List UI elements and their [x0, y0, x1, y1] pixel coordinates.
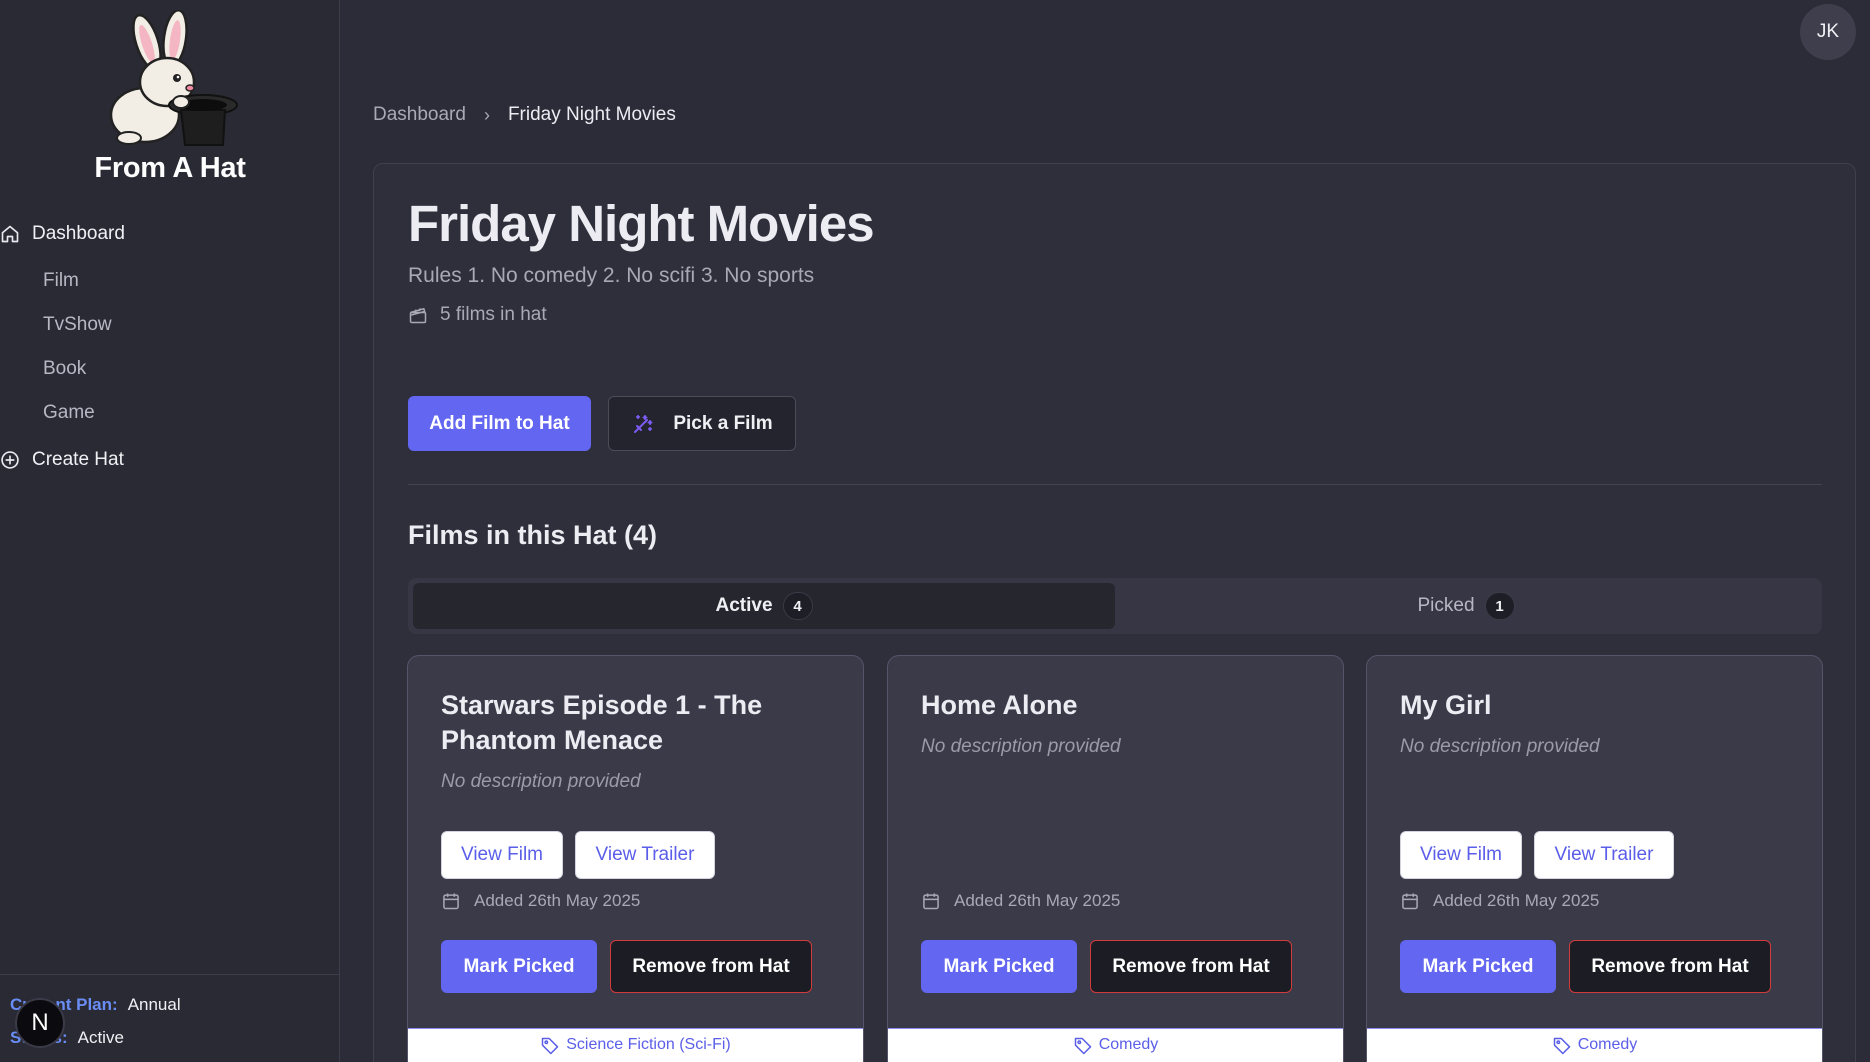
film-description: No description provided	[441, 771, 641, 792]
genre-tag[interactable]: Comedy	[1367, 1028, 1822, 1062]
breadcrumb-dashboard-link[interactable]: Dashboard	[373, 104, 466, 126]
chevron-right-icon: ›	[483, 104, 490, 125]
film-title: Home Alone	[921, 690, 1078, 720]
films-section-title: Films in this Hat (4)	[408, 520, 658, 550]
calendar-icon	[1402, 893, 1418, 910]
remove-from-hat-button[interactable]: Remove from Hat	[1569, 940, 1771, 993]
genre-tag-label: Comedy	[1098, 1036, 1159, 1053]
mark-picked-button[interactable]: Mark Picked	[921, 940, 1077, 993]
added-date: Added 26th May 2025	[921, 891, 1120, 911]
home-icon	[1, 225, 19, 243]
remove-from-hat-button[interactable]: Remove from Hat	[610, 940, 812, 993]
added-date: Added 26th May 2025	[441, 891, 640, 911]
pick-film-label: Pick a Film	[673, 412, 773, 434]
calendar-icon	[923, 893, 939, 910]
breadcrumb: Dashboard › Friday Night Movies	[373, 104, 676, 126]
tag-icon	[1074, 1037, 1091, 1055]
added-date-text: Added 26th May 2025	[954, 891, 1121, 910]
divider	[408, 484, 1822, 485]
user-avatar[interactable]: JK	[1800, 4, 1856, 60]
sidebar-item-game[interactable]: Game	[43, 402, 95, 424]
tab-label: Picked	[1417, 595, 1475, 616]
status-value: Active	[77, 1028, 124, 1047]
film-title: My Girl	[1400, 690, 1492, 720]
hat-panel: Friday Night Movies Rules 1. No comedy 2…	[373, 163, 1856, 1062]
tab-label: Active	[715, 595, 773, 616]
hat-description: Rules 1. No comedy 2. No scifi 3. No spo…	[408, 264, 815, 287]
film-count: 5 films in hat	[408, 304, 547, 326]
sidebar: From A Hat Dashboard Film TvShow Book Ga…	[0, 0, 340, 1062]
add-film-button[interactable]: Add Film to Hat	[408, 396, 591, 451]
brand-name: From A Hat	[94, 152, 246, 184]
tab-count-badge: 1	[1484, 592, 1515, 620]
sidebar-item-create-hat[interactable]: Create Hat	[0, 449, 124, 471]
sidebar-item-dashboard[interactable]: Dashboard	[0, 223, 125, 245]
genre-tag-label: Science Fiction (Sci-Fi)	[566, 1036, 731, 1053]
added-date-text: Added 26th May 2025	[474, 891, 641, 910]
page-title: Friday Night Movies	[408, 195, 875, 252]
pick-film-button[interactable]: Pick a Film	[608, 396, 796, 451]
magic-wand-icon	[634, 414, 653, 433]
view-trailer-button[interactable]: View Trailer	[575, 831, 715, 879]
film-tabs: Active 4 Picked 1	[408, 578, 1822, 634]
tab-active[interactable]: Active 4	[413, 583, 1115, 629]
film-title: Starwars Episode 1 - The Phantom Menace	[441, 690, 763, 755]
dev-tools-badge[interactable]: N	[15, 998, 65, 1048]
tag-icon	[542, 1037, 559, 1055]
breadcrumb-current: Friday Night Movies	[507, 104, 676, 125]
rabbit-hat-logo-icon	[109, 10, 238, 146]
sidebar-item-label: Dashboard	[32, 223, 125, 244]
clapperboard-icon	[409, 308, 427, 324]
tag-icon	[1553, 1037, 1570, 1055]
mark-picked-button[interactable]: Mark Picked	[441, 940, 597, 993]
film-card: Home Alone No description provided Added…	[887, 655, 1344, 1062]
genre-tag[interactable]: Science Fiction (Sci-Fi)	[408, 1028, 863, 1062]
view-film-button[interactable]: View Film	[441, 831, 563, 879]
film-card: My Girl No description provided View Fil…	[1366, 655, 1823, 1062]
genre-tag-label: Comedy	[1577, 1036, 1638, 1053]
tab-count-badge: 4	[782, 592, 813, 620]
mark-picked-button[interactable]: Mark Picked	[1400, 940, 1556, 993]
film-card: Starwars Episode 1 - The Phantom Menace …	[407, 655, 864, 1062]
logo[interactable]: From A Hat	[80, 10, 260, 185]
film-description: No description provided	[921, 736, 1121, 757]
film-count-text: 5 films in hat	[440, 304, 547, 325]
plan-value: Annual	[127, 995, 181, 1014]
added-date: Added 26th May 2025	[1400, 891, 1599, 911]
tab-picked[interactable]: Picked 1	[1115, 583, 1817, 629]
sidebar-item-label: Create Hat	[32, 449, 124, 470]
sidebar-item-film[interactable]: Film	[43, 270, 79, 292]
sidebar-item-book[interactable]: Book	[43, 358, 86, 380]
remove-from-hat-button[interactable]: Remove from Hat	[1090, 940, 1292, 993]
calendar-icon	[443, 893, 459, 910]
plus-circle-icon	[1, 451, 19, 469]
view-trailer-button[interactable]: View Trailer	[1534, 831, 1674, 879]
added-date-text: Added 26th May 2025	[1433, 891, 1600, 910]
sidebar-item-tvshow[interactable]: TvShow	[43, 314, 112, 336]
film-description: No description provided	[1400, 736, 1600, 757]
view-film-button[interactable]: View Film	[1400, 831, 1522, 879]
genre-tag[interactable]: Comedy	[888, 1028, 1343, 1062]
